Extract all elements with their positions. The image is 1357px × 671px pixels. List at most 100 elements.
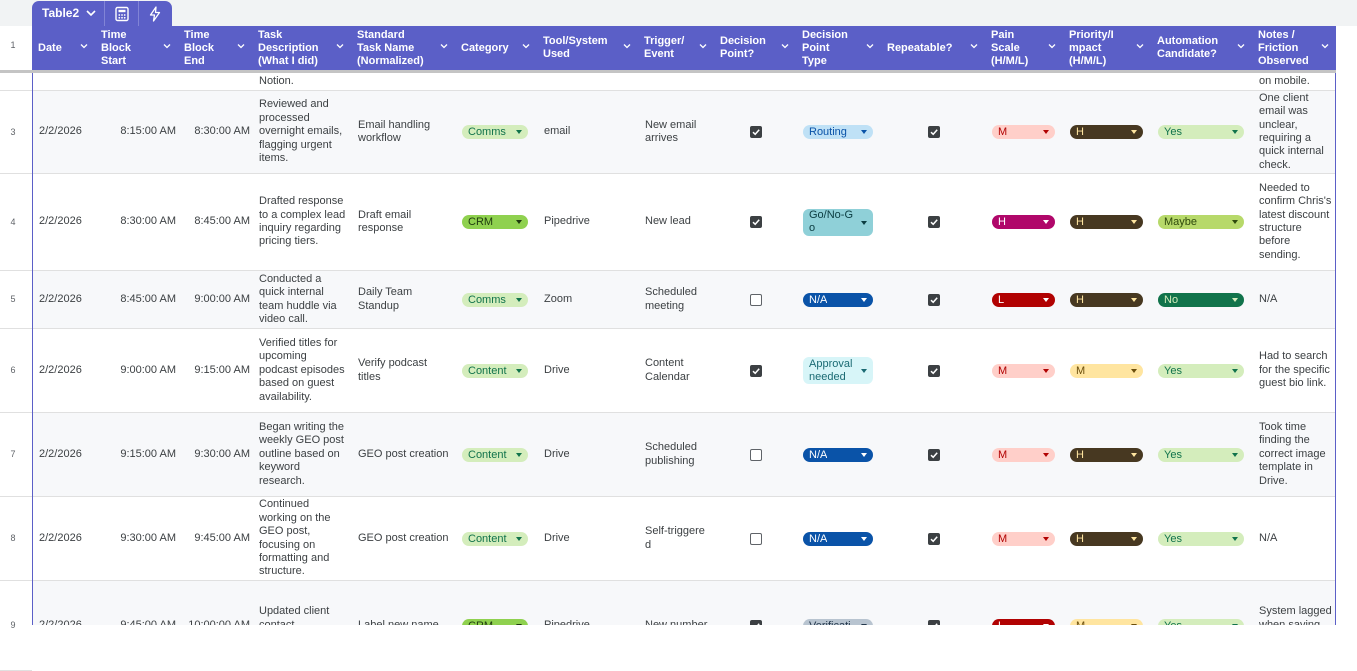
row-number[interactable]: 5 <box>0 294 26 304</box>
dropdown-arrow-icon[interactable] <box>516 130 522 134</box>
dropdown-arrow-icon[interactable] <box>1232 297 1238 302</box>
dropdown-arrow-icon[interactable] <box>516 368 522 373</box>
cell-notes[interactable]: One client email was unclear, requiring … <box>1253 91 1335 173</box>
cell-notes[interactable]: Needed to confirm Chris's latest discoun… <box>1253 174 1335 270</box>
cell-rep[interactable] <box>882 271 986 328</box>
table-name[interactable]: Table2 <box>42 6 79 20</box>
cell-pri[interactable]: H <box>1064 413 1152 496</box>
column-header-trig[interactable]: Trigger/Event <box>638 26 714 70</box>
cell-dp[interactable] <box>715 91 797 173</box>
cell-cat[interactable]: Comms <box>456 271 538 328</box>
cell-trig[interactable]: Content Calendar <box>639 329 715 412</box>
cell-end[interactable]: 9:45:00 AM <box>179 497 253 580</box>
cell-tool[interactable]: Drive <box>538 497 639 580</box>
cell-auto[interactable]: Maybe <box>1152 174 1253 270</box>
dropdown-arrow-icon[interactable] <box>861 452 867 457</box>
row-number[interactable]: 3 <box>0 127 26 137</box>
pri-chip[interactable]: M <box>1070 363 1143 378</box>
pain-chip[interactable]: L <box>992 618 1055 625</box>
cell-dp[interactable] <box>715 497 797 580</box>
cell-notes[interactable]: N/A <box>1253 497 1335 580</box>
chevron-down-icon[interactable] <box>162 41 172 54</box>
dropdown-arrow-icon[interactable] <box>1232 452 1238 457</box>
cell-notes[interactable]: Had to search for the specific guest bio… <box>1253 329 1335 412</box>
pri-chip[interactable]: H <box>1070 447 1143 462</box>
cell-pain[interactable]: L <box>986 271 1064 328</box>
cell-pri[interactable]: H <box>1064 271 1152 328</box>
cell-cat[interactable]: Content <box>456 413 538 496</box>
dpt-chip[interactable]: Routing <box>803 125 873 139</box>
cell-tool[interactable]: Zoom <box>538 271 639 328</box>
checkbox-checked[interactable] <box>928 364 940 377</box>
column-header-pri[interactable]: Priority/I mpact (H/M/L) <box>1063 26 1151 70</box>
cell-notes[interactable]: on mobile. <box>1253 73 1335 90</box>
table-row[interactable]: 2/2/2026 8:15:00 AM 8:30:00 AM Reviewed and… <box>33 91 1335 174</box>
cell-notes[interactable]: System lagged when saving the <box>1253 581 1335 625</box>
chevron-down-icon[interactable] <box>865 41 875 54</box>
cell-cat[interactable]: CRM <box>456 581 538 625</box>
column-header-std[interactable]: Standard Task Name (Normalized) <box>351 26 455 70</box>
cell-pri[interactable]: M <box>1064 329 1152 412</box>
chevron-down-icon[interactable] <box>1047 41 1057 54</box>
cell-date[interactable]: 2/2/2026 <box>33 174 96 270</box>
cell-rep[interactable] <box>882 413 986 496</box>
column-header-dpt[interactable]: Decision Point Type <box>796 26 881 70</box>
cell-end[interactable]: 9:00:00 AM <box>179 271 253 328</box>
chevron-down-icon[interactable] <box>1236 41 1246 54</box>
cell-tool[interactable]: Pipedrive <box>538 174 639 270</box>
chevron-down-icon[interactable] <box>79 41 89 54</box>
dropdown-arrow-icon[interactable] <box>1043 130 1049 134</box>
dropdown-arrow-icon[interactable] <box>1131 130 1137 134</box>
cell-pain[interactable]: M <box>986 91 1064 173</box>
cell-tool[interactable]: Drive <box>538 329 639 412</box>
dropdown-arrow-icon[interactable] <box>861 130 867 134</box>
dropdown-arrow-icon[interactable] <box>516 452 522 457</box>
table-row[interactable]: 2/2/2026 9:00:00 AM 9:15:00 AM Verified tit… <box>33 329 1335 413</box>
cell-start[interactable]: 8:30:00 AM <box>96 174 179 270</box>
cell-auto[interactable]: Yes <box>1152 91 1253 173</box>
row-number[interactable]: 9 <box>0 620 26 630</box>
cell-trig[interactable]: Scheduled meeting <box>639 271 715 328</box>
cell-dp[interactable] <box>715 271 797 328</box>
checkbox-checked[interactable] <box>750 619 762 625</box>
checkbox-checked[interactable] <box>928 448 940 461</box>
cell-pain[interactable]: M <box>986 329 1064 412</box>
checkbox-checked[interactable] <box>928 619 940 625</box>
checkbox-unchecked[interactable] <box>750 532 762 545</box>
dropdown-arrow-icon[interactable] <box>1232 220 1238 224</box>
dpt-chip[interactable]: N/A <box>803 447 873 462</box>
dropdown-arrow-icon[interactable] <box>861 536 867 541</box>
cell-rep[interactable] <box>882 91 986 173</box>
chevron-down-icon[interactable] <box>622 41 632 54</box>
cell-desc[interactable]: Continued working on the GEO post, focus… <box>253 497 352 580</box>
chevron-down-icon[interactable] <box>1320 41 1330 54</box>
cell-rep[interactable] <box>882 174 986 270</box>
table-row[interactable]: 2/2/2026 9:15:00 AM 9:30:00 AM Began writin… <box>33 413 1335 497</box>
row-number[interactable]: 1 <box>0 40 26 50</box>
dropdown-arrow-icon[interactable] <box>861 369 867 373</box>
cat-chip[interactable]: Content <box>462 363 528 378</box>
row-number[interactable]: 8 <box>0 533 26 543</box>
cell-cat[interactable]: CRM <box>456 174 538 270</box>
cell-trig[interactable]: New email arrives <box>639 91 715 173</box>
cell-auto[interactable]: No <box>1152 271 1253 328</box>
dropdown-arrow-icon[interactable] <box>1043 536 1049 541</box>
cell-desc[interactable]: Notion. <box>253 73 352 90</box>
column-header-desc[interactable]: Task Description (What I did) <box>252 26 351 70</box>
dropdown-arrow-icon[interactable] <box>1131 297 1137 302</box>
cat-chip[interactable]: Content <box>462 531 528 546</box>
checkbox-checked[interactable] <box>750 216 762 228</box>
chevron-down-icon[interactable] <box>335 41 345 54</box>
dpt-chip[interactable]: Go/No-G o <box>803 208 873 236</box>
cell-desc[interactable]: Updated client contact information in <box>253 581 352 625</box>
cell-auto[interactable]: Yes <box>1152 497 1253 580</box>
dropdown-arrow-icon[interactable] <box>516 220 522 224</box>
column-header-auto[interactable]: Automation Candidate? <box>1151 26 1252 70</box>
cell-start[interactable]: 8:45:00 AM <box>96 271 179 328</box>
cell-std[interactable]: Verify podcast titles <box>352 329 456 412</box>
cell-dp[interactable] <box>715 581 797 625</box>
checkbox-unchecked[interactable] <box>750 293 762 306</box>
column-header-dp[interactable]: Decision Point? <box>714 26 796 70</box>
cell-tool[interactable]: Drive <box>538 413 639 496</box>
auto-chip[interactable]: Yes <box>1158 363 1244 378</box>
